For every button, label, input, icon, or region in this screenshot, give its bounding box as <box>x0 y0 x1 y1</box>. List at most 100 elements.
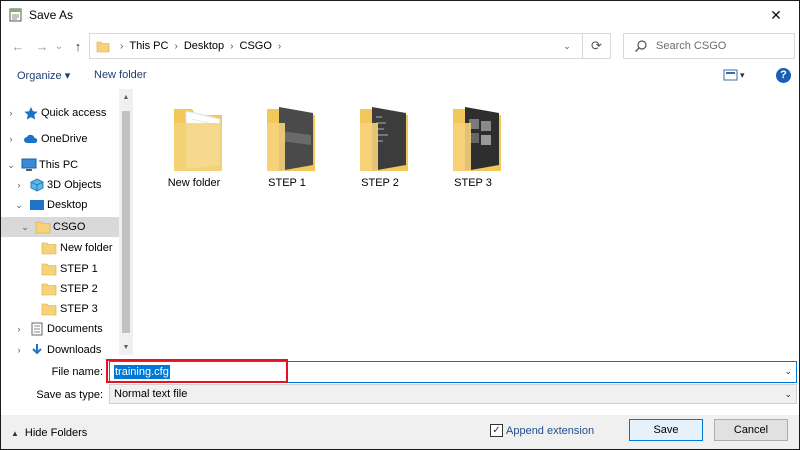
refresh-button[interactable]: ⟳ <box>582 34 610 58</box>
tree-item-label: 3D Objects <box>47 179 102 191</box>
checkbox-checked-icon[interactable]: ✓ <box>490 424 503 437</box>
recent-locations-button[interactable]: ⌄ <box>53 37 65 55</box>
highlight-annotation-box <box>106 359 288 383</box>
navigation-scrollbar[interactable]: ▲ ▼ <box>119 89 133 355</box>
forward-arrow-icon: → <box>35 38 49 54</box>
documents-icon <box>31 322 43 336</box>
up-button[interactable]: ↑ <box>69 37 87 55</box>
window-title: Save As <box>29 8 74 22</box>
desktop-icon <box>30 200 44 210</box>
file-item-step-2[interactable]: STEP 2 <box>334 89 426 189</box>
close-icon: ✕ <box>770 6 782 23</box>
breadcrumb-csgo[interactable]: CSGO <box>240 40 272 52</box>
new-folder-button[interactable]: New folder <box>94 69 147 81</box>
breadcrumb-desktop[interactable]: Desktop <box>184 40 224 52</box>
tree-item-desktop[interactable]: ⌄ Desktop <box>1 195 119 215</box>
back-arrow-icon: ← <box>11 38 25 54</box>
save-as-type-value: Normal text file <box>114 388 188 400</box>
search-placeholder: Search CSGO <box>656 40 727 52</box>
cancel-button[interactable]: Cancel <box>714 419 788 441</box>
tree-item-onedrive[interactable]: › OneDrive <box>1 129 119 149</box>
tree-item-step-3[interactable]: STEP 3 <box>1 299 119 319</box>
scroll-up-icon[interactable]: ▲ <box>119 89 133 105</box>
tree-item-this-pc[interactable]: ⌄ This PC <box>1 155 119 175</box>
tree-item-label: OneDrive <box>41 133 88 145</box>
search-icon <box>635 40 647 52</box>
tree-item-label: Documents <box>47 323 103 335</box>
file-name: STEP 3 <box>454 177 492 189</box>
file-item-step-1[interactable]: STEP 1 <box>241 89 333 189</box>
address-bar[interactable]: › This PC › Desktop › CSGO › ⌄ ⟳ <box>89 33 611 59</box>
download-icon <box>32 344 42 355</box>
chevron-down-icon[interactable]: ⌄ <box>784 389 792 400</box>
folder-icon <box>41 242 57 255</box>
close-button[interactable]: ✕ <box>753 1 799 29</box>
tree-item-step-2[interactable]: STEP 2 <box>1 279 119 299</box>
command-bar: Organize ▾ New folder ▾ ? <box>1 63 799 89</box>
forward-button[interactable]: → <box>33 37 51 55</box>
image-folder-icon <box>453 107 501 171</box>
append-extension-checkbox[interactable]: ✓ Append extension <box>490 424 594 437</box>
breadcrumb-separator: › <box>120 40 124 52</box>
tree-item-3d-objects[interactable]: › 3D Objects <box>1 175 119 195</box>
file-name: STEP 1 <box>268 177 306 189</box>
chevron-right-icon[interactable]: › <box>13 180 25 190</box>
tree-item-csgo[interactable]: ⌄ CSGO <box>1 217 119 237</box>
tree-item-new-folder[interactable]: New folder <box>1 238 119 258</box>
save-as-type-select[interactable]: Normal text file ⌄ <box>109 384 797 404</box>
save-as-type-label: Save as type: <box>36 389 103 401</box>
file-item-new-folder[interactable]: New folder <box>148 89 240 189</box>
chevron-down-icon[interactable]: ⌄ <box>784 366 792 377</box>
breadcrumb-this-pc[interactable]: This PC <box>129 40 168 52</box>
chevron-down-icon[interactable]: ⌄ <box>19 222 31 233</box>
chevron-down-icon: ⌄ <box>54 40 64 52</box>
save-button[interactable]: Save <box>629 419 703 441</box>
cloud-icon <box>24 134 38 143</box>
help-button[interactable]: ? <box>776 68 791 83</box>
computer-icon <box>21 158 37 171</box>
file-list: New folder STEP 1 STEP 2 STEP 3 <box>134 89 799 355</box>
tree-item-label: Desktop <box>47 199 88 211</box>
search-box[interactable]: Search CSGO <box>623 33 795 59</box>
breadcrumb-separator[interactable]: › <box>230 41 233 52</box>
address-dropdown-button[interactable]: ⌄ <box>556 34 578 58</box>
chevron-right-icon[interactable]: › <box>5 134 17 144</box>
save-as-dialog: Save As ✕ ← → ⌄ ↑ › This PC › Desktop › … <box>0 0 800 450</box>
view-options-button[interactable]: ▾ <box>723 67 749 86</box>
scroll-down-icon[interactable]: ▼ <box>119 339 133 355</box>
chevron-down-icon[interactable]: ⌄ <box>13 200 25 211</box>
help-icon: ? <box>776 68 791 83</box>
up-arrow-icon: ↑ <box>74 38 82 54</box>
tree-item-quick-access[interactable]: › Quick access <box>1 103 119 123</box>
breadcrumb-separator[interactable]: › <box>174 41 177 52</box>
notepad-app-icon <box>9 8 22 22</box>
tree-item-downloads[interactable]: › Downloads <box>1 340 119 355</box>
chevron-right-icon[interactable]: › <box>13 345 25 355</box>
tree-item-label: STEP 2 <box>60 283 98 295</box>
chevron-up-icon: ▲ <box>11 428 19 438</box>
tree-item-label: Quick access <box>41 107 107 119</box>
scrollbar-thumb[interactable] <box>122 111 130 333</box>
tree-item-label: Downloads <box>47 344 102 355</box>
tree-item-label: STEP 1 <box>60 263 98 275</box>
navigation-bar: ← → ⌄ ↑ › This PC › Desktop › CSGO › ⌄ ⟳ <box>1 29 799 63</box>
refresh-icon: ⟳ <box>591 38 602 53</box>
file-name-label: File name: <box>51 366 103 378</box>
file-item-step-3[interactable]: STEP 3 <box>427 89 519 189</box>
folder-icon <box>96 41 110 53</box>
back-button[interactable]: ← <box>9 37 27 55</box>
tree-item-label: This PC <box>39 159 79 171</box>
chevron-right-icon[interactable]: › <box>13 324 25 334</box>
breadcrumb-separator[interactable]: › <box>278 41 281 52</box>
chevron-right-icon[interactable]: › <box>5 108 17 118</box>
save-as-type-row: Save as type: Normal text file ⌄ <box>1 384 799 406</box>
folder-icon <box>41 283 57 296</box>
tree-item-documents[interactable]: › Documents <box>1 319 119 339</box>
organize-menu-button[interactable]: Organize ▾ <box>17 69 70 82</box>
tree-item-label: STEP 3 <box>60 303 98 315</box>
tree-item-step-1[interactable]: STEP 1 <box>1 259 119 279</box>
hide-folders-label: Hide Folders <box>24 427 88 439</box>
chevron-down-icon[interactable]: ⌄ <box>5 160 17 171</box>
cube-icon <box>30 178 44 192</box>
hide-folders-button[interactable]: ▲ Hide Folders <box>11 427 87 439</box>
